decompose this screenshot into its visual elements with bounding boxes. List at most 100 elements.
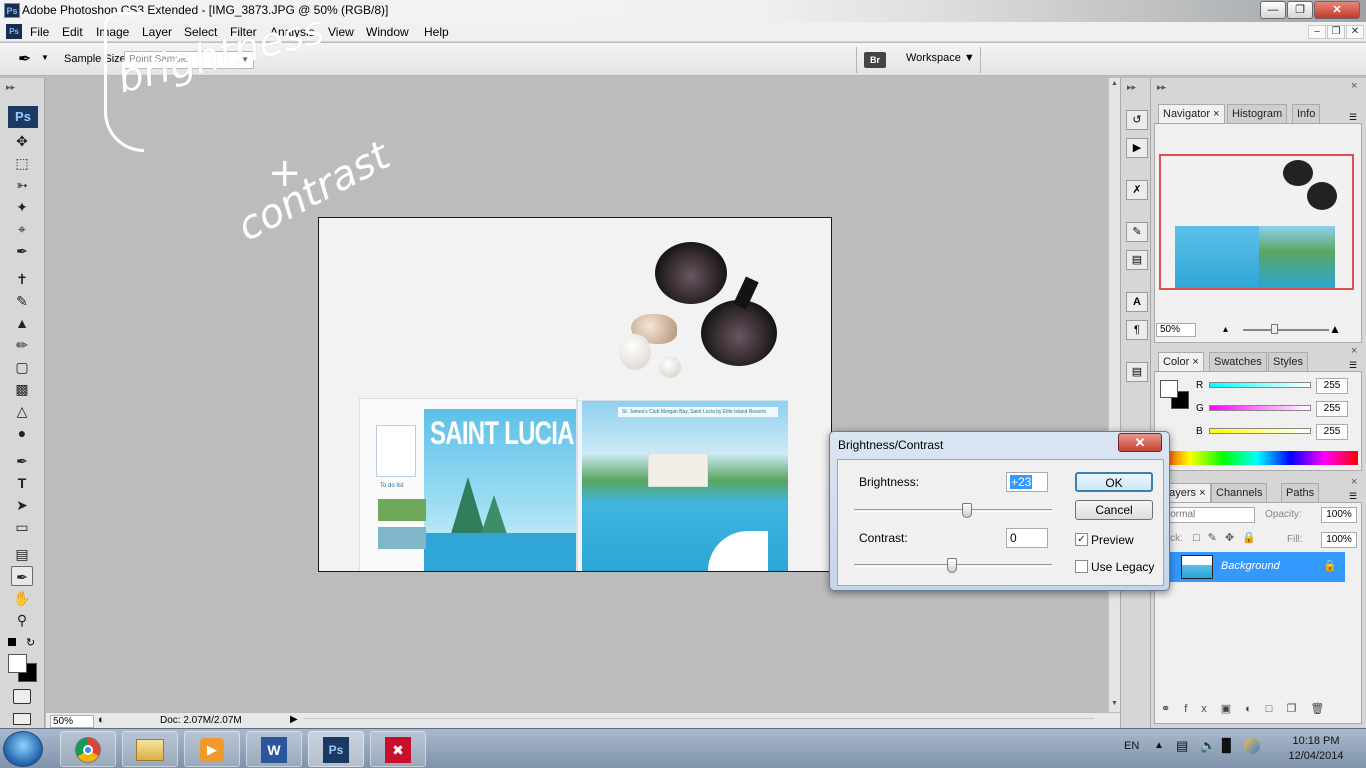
brushes-panel-icon[interactable]: ✎ [1126, 222, 1148, 242]
document-icon[interactable]: Ps [6, 24, 22, 39]
tab-swatches[interactable]: Swatches [1209, 352, 1267, 371]
tab-histogram[interactable]: Histogram [1227, 104, 1288, 123]
magic-wand-icon[interactable]: ✦ [11, 197, 33, 217]
path-select-icon[interactable]: ➤ [11, 495, 33, 515]
scroll-down-icon[interactable]: ▼ [1111, 700, 1118, 707]
brightness-field[interactable]: +23 [1006, 472, 1048, 492]
b-slider[interactable] [1209, 428, 1311, 434]
use-legacy-checkbox[interactable] [1075, 560, 1088, 573]
clone-source-icon[interactable]: ▤ [1126, 250, 1148, 270]
navigator-zoom-slider[interactable] [1243, 329, 1329, 331]
taskbar-chrome[interactable] [60, 731, 116, 767]
navigator-zoom-field[interactable]: 50% [1156, 323, 1196, 337]
gradient-tool-icon[interactable]: ▩ [11, 379, 33, 399]
default-colors-icon[interactable] [8, 638, 16, 646]
history-brush-icon[interactable]: ✏ [11, 335, 33, 355]
menu-file[interactable]: File [30, 25, 49, 39]
tool-preset-dropdown-icon[interactable]: ▼ [41, 53, 49, 62]
swap-colors-icon[interactable]: ↻ [26, 636, 35, 649]
volume-icon[interactable]: 🔈 [1200, 738, 1216, 754]
g-value[interactable]: 255 [1316, 401, 1348, 417]
tab-channels[interactable]: Channels [1211, 483, 1268, 502]
lock-icons[interactable]: □✎✥🔒 [1193, 531, 1264, 544]
close-icon[interactable]: × [1351, 476, 1357, 488]
color-ramp[interactable] [1156, 451, 1358, 465]
tab-navigator[interactable]: Navigator × [1158, 104, 1225, 123]
hand-tool-icon[interactable]: ✋ [11, 588, 33, 608]
collapse-icon[interactable]: ▸▸ [6, 82, 15, 93]
taskbar-media-player[interactable]: ▶ [184, 731, 240, 767]
brightness-slider-thumb[interactable] [962, 503, 972, 518]
document-image[interactable]: SAINT LUCIA To do list St. James's Club … [318, 217, 832, 572]
close-button[interactable]: ✕ [1314, 1, 1360, 19]
horizontal-scrollbar[interactable] [304, 718, 1094, 726]
marquee-tool-icon[interactable]: ⬚ [11, 153, 33, 173]
layer-actions-bar[interactable]: ⚭fx▣◐□❐🗑 [1161, 702, 1351, 715]
fg-color-swatch[interactable] [1160, 380, 1178, 398]
status-menu-arrow-icon[interactable]: ▶ [290, 714, 298, 725]
lasso-tool-icon[interactable]: ➳ [11, 175, 33, 195]
r-slider[interactable] [1209, 382, 1311, 388]
status-icon[interactable]: ◐ [98, 714, 105, 726]
workspace-button[interactable]: Workspace ▼ [906, 52, 975, 64]
navigator-slider-thumb[interactable] [1271, 324, 1278, 334]
network-icon[interactable]: ▉ [1222, 738, 1232, 754]
taskbar-explorer[interactable] [122, 731, 178, 767]
panel-menu-icon[interactable]: ☰ [1349, 360, 1357, 371]
minimize-button[interactable]: — [1260, 1, 1286, 19]
doc-close-button[interactable]: ✕ [1346, 25, 1364, 39]
move-tool-icon[interactable]: ✥ [11, 131, 33, 151]
ok-button[interactable]: OK [1075, 472, 1153, 492]
panel-menu-icon[interactable]: ☰ [1349, 491, 1357, 502]
preview-checkbox[interactable]: ✓ [1075, 533, 1088, 546]
r-value[interactable]: 255 [1316, 378, 1348, 394]
eyedropper-icon[interactable]: ✒ [18, 49, 31, 69]
device-icon[interactable]: ▤ [1176, 738, 1188, 754]
collapse-icon[interactable]: ▸▸ [1127, 82, 1136, 93]
tab-paths[interactable]: Paths [1281, 483, 1320, 502]
eraser-tool-icon[interactable]: ▢ [11, 357, 33, 377]
menu-edit[interactable]: Edit [62, 25, 83, 39]
opacity-field[interactable]: 100% [1321, 507, 1357, 523]
pen-tool-icon[interactable]: ✒ [11, 451, 33, 471]
healing-brush-icon[interactable]: ✝ [11, 269, 33, 289]
menu-view[interactable]: View [328, 25, 354, 39]
quick-mask-icon[interactable] [13, 689, 31, 704]
contrast-field[interactable]: 0 [1006, 528, 1048, 548]
collapse-icon[interactable]: ▸▸ [1157, 82, 1166, 93]
menu-help[interactable]: Help [424, 25, 449, 39]
crop-tool-icon[interactable]: ⌖ [11, 219, 33, 239]
notes-tool-icon[interactable]: ▤ [11, 544, 33, 564]
g-slider[interactable] [1209, 405, 1311, 411]
blur-tool-icon[interactable]: △ [11, 401, 33, 421]
menu-layer[interactable]: Layer [142, 25, 172, 39]
fill-field[interactable]: 100% [1321, 532, 1357, 548]
eyedropper-tool-icon[interactable]: ✒ [11, 566, 33, 586]
vertical-scrollbar[interactable]: ▲ ▼ [1108, 78, 1120, 712]
clone-stamp-icon[interactable]: ▲ [11, 313, 33, 333]
panel-menu-icon[interactable]: ☰ [1349, 112, 1357, 123]
shape-tool-icon[interactable]: ▭ [11, 517, 33, 537]
cancel-button[interactable]: Cancel [1075, 500, 1153, 520]
zoom-in-icon[interactable]: ▲ [1329, 322, 1341, 336]
tab-color[interactable]: Color × [1158, 352, 1204, 371]
bridge-icon[interactable]: Br [864, 52, 886, 68]
menu-window[interactable]: Window [366, 25, 409, 39]
tool-presets-icon[interactable]: ✗ [1126, 180, 1148, 200]
navigator-thumbnail[interactable] [1159, 154, 1354, 290]
zoom-field[interactable]: 50% [50, 715, 94, 728]
taskbar-acrobat[interactable]: ✖ [370, 731, 426, 767]
brightness-slider[interactable] [854, 509, 1052, 512]
zoom-tool-icon[interactable]: ⚲ [11, 610, 33, 630]
doc-restore-button[interactable]: ❐ [1327, 25, 1345, 39]
screen-mode-icon[interactable] [13, 713, 31, 725]
blend-mode-select[interactable]: Normal [1159, 507, 1255, 523]
language-indicator[interactable]: EN [1124, 740, 1139, 752]
type-tool-icon[interactable]: T [11, 473, 33, 493]
brush-tool-icon[interactable]: ✎ [11, 291, 33, 311]
character-panel-icon[interactable]: A [1126, 292, 1148, 312]
close-icon[interactable]: × [1351, 80, 1357, 92]
zoom-out-icon[interactable]: ▴ [1223, 324, 1228, 335]
windows-start-button[interactable] [3, 731, 43, 767]
contrast-slider-thumb[interactable] [947, 558, 957, 573]
